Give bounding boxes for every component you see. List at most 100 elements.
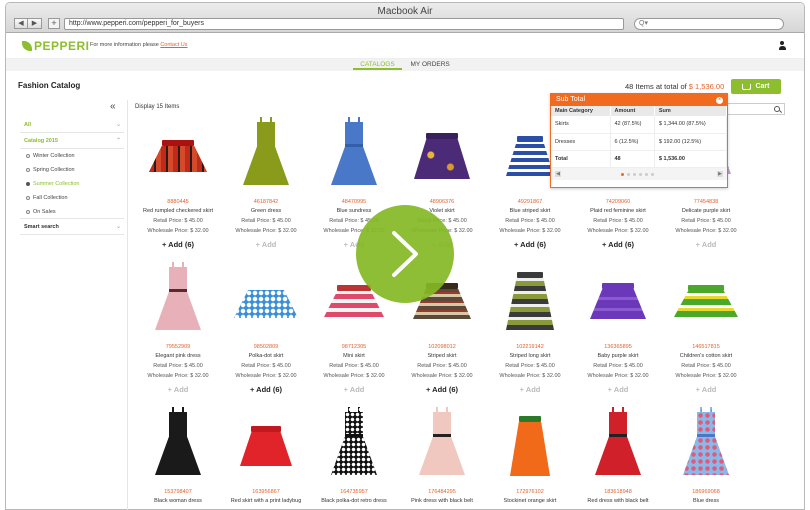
product-name: Children's cotton skirt xyxy=(679,353,733,359)
user-icon[interactable] xyxy=(778,41,786,50)
pager-dot[interactable] xyxy=(621,172,624,176)
subtotal-title: Sub Total xyxy=(556,96,586,103)
browser-search-input[interactable]: Q▾ xyxy=(634,18,784,30)
add-to-cart-button[interactable]: + Add xyxy=(310,385,398,394)
add-label: Add (6) xyxy=(168,240,195,249)
pager-dot[interactable] xyxy=(633,172,636,176)
next-arrow-icon[interactable]: ▶ xyxy=(717,170,723,177)
collapse-sidebar-icon[interactable]: « xyxy=(110,101,116,112)
product-card[interactable]: 183618948 Red dress with black belt xyxy=(574,407,662,510)
product-card[interactable]: 46187842 Green dress Retail Price: $ 45.00… xyxy=(222,117,310,249)
plus-icon: + xyxy=(519,385,524,394)
product-image[interactable] xyxy=(143,262,213,335)
plus-icon: + xyxy=(255,240,260,249)
tab-my-orders[interactable]: MY ORDERS xyxy=(404,59,457,68)
product-card[interactable]: 163956867 Red skirt with a print ladybug xyxy=(222,412,310,510)
plus-icon: + xyxy=(601,240,607,249)
product-image[interactable] xyxy=(407,122,477,190)
product-image[interactable] xyxy=(407,407,477,480)
product-code: 186969068 xyxy=(692,489,720,495)
add-to-cart-button[interactable]: + Add (6) xyxy=(134,240,222,249)
product-card[interactable]: 79552909 Elegant pink dress Retail Price: … xyxy=(134,262,222,394)
retail-price: Retail Price: $ 45.00 xyxy=(505,218,555,224)
plus-icon: + xyxy=(343,240,348,249)
add-label: Add xyxy=(701,385,717,394)
product-card[interactable]: 102219142 Striped long skirt Retail Price:… xyxy=(486,267,574,394)
product-name: Elegant pink dress xyxy=(155,353,201,359)
forward-button[interactable]: ▶ xyxy=(28,18,42,29)
product-image[interactable] xyxy=(583,267,653,335)
add-to-cart-button[interactable]: + Add xyxy=(486,385,574,394)
pager-dot[interactable] xyxy=(639,172,642,176)
back-button[interactable]: ◀ xyxy=(14,18,28,29)
add-to-cart-button[interactable]: + Add (6) xyxy=(222,385,310,394)
product-image[interactable] xyxy=(583,407,653,480)
product-card[interactable]: 172976102 Stockinet orange skirt xyxy=(486,412,574,510)
product-image[interactable] xyxy=(143,407,213,480)
add-label: Add (6) xyxy=(608,240,635,249)
product-image[interactable] xyxy=(231,267,301,335)
prev-arrow-icon[interactable]: ◀ xyxy=(555,170,561,177)
product-image[interactable] xyxy=(495,267,565,335)
add-to-cart-button[interactable]: + Add xyxy=(662,240,750,249)
add-to-cart-button[interactable]: + Add xyxy=(662,385,750,394)
pepperi-logo[interactable]: PEPPERI xyxy=(22,39,90,53)
sidebar-item-summer[interactable]: Summer Collection xyxy=(20,177,124,191)
play-video-button[interactable] xyxy=(356,205,454,303)
product-code: 172976102 xyxy=(516,489,544,495)
table-row: Dresses 6 (12.5%) $ 192.00 (12.5%) xyxy=(551,133,728,151)
collection-label: Summer Collection xyxy=(33,181,80,187)
sidebar-item-catalog[interactable]: Catalog 2015 ⌃ xyxy=(20,133,124,149)
product-image[interactable] xyxy=(231,117,301,190)
add-to-cart-button[interactable]: + Add (6) xyxy=(574,240,662,249)
product-card[interactable]: 164735957 Black polka-dot retro dress xyxy=(310,407,398,510)
cart-button[interactable]: Cart xyxy=(731,79,781,94)
add-to-cart-button[interactable]: + Add xyxy=(222,240,310,249)
pager-dot[interactable] xyxy=(627,172,630,176)
sidebar-item-on-sales[interactable]: On Sales xyxy=(20,205,124,219)
add-to-cart-button[interactable]: + Add xyxy=(574,385,662,394)
add-to-cart-button[interactable]: + Add xyxy=(134,385,222,394)
add-to-cart-button[interactable]: + Add (6) xyxy=(486,240,574,249)
sidebar-item-fall[interactable]: Fall Collection xyxy=(20,191,124,205)
add-to-cart-button[interactable]: + Add (6) xyxy=(398,385,486,394)
new-tab-button[interactable]: + xyxy=(48,18,60,29)
close-icon[interactable]: × xyxy=(716,96,723,104)
table-row: Skirts 42 (87.5%) $ 1,344.00 (87.5%) xyxy=(551,116,728,134)
pager-dot[interactable] xyxy=(651,172,654,176)
retail-price: Retail Price: $ 45.00 xyxy=(153,363,203,369)
product-name: Black polka-dot retro dress xyxy=(321,498,387,504)
product-card[interactable]: 153798407 Black woman dress xyxy=(134,407,222,510)
sidebar-item-spring[interactable]: Spring Collection xyxy=(20,163,124,177)
product-name: Blue striped skirt xyxy=(509,208,551,214)
table-cell: Total xyxy=(551,150,611,168)
product-image[interactable] xyxy=(671,267,741,335)
product-name: Delicate purple skirt xyxy=(681,208,731,214)
search-icon[interactable] xyxy=(774,106,780,112)
tab-catalogs[interactable]: CATALOGS xyxy=(353,59,402,70)
logo-text: PEPPERI xyxy=(34,39,90,53)
product-card[interactable]: 98502809 Polka-dot skirt Retail Price: $ 4… xyxy=(222,267,310,394)
address-bar[interactable]: http://www.pepperi.com/pepperi_for_buyer… xyxy=(64,18,624,30)
sidebar-item-all[interactable]: All ⌄ xyxy=(20,117,124,133)
sidebar-item-winter[interactable]: Winter Collection xyxy=(20,149,124,163)
product-image[interactable] xyxy=(143,122,213,190)
sidebar-item-smart-search[interactable]: Smart search ⌄ xyxy=(20,219,124,235)
pager-dot[interactable] xyxy=(645,172,648,176)
items-total: 48 Items at total of $ 1,536.00 xyxy=(625,82,724,91)
product-card[interactable]: 176484295 Pink dress with black belt xyxy=(398,407,486,510)
product-card[interactable]: 136365895 Baby purple skirt Retail Price: … xyxy=(574,267,662,394)
product-card[interactable]: 186969068 Blue dress xyxy=(662,407,750,510)
contact-us-link[interactable]: Contact Us xyxy=(160,42,187,48)
wholesale-price: Wholesale Price: $ 32.00 xyxy=(587,373,649,379)
product-image[interactable] xyxy=(319,117,389,190)
product-image[interactable] xyxy=(671,407,741,480)
product-image[interactable] xyxy=(495,412,565,480)
product-image[interactable] xyxy=(231,412,301,480)
product-name: Stockinet orange skirt xyxy=(503,498,557,504)
table-cell: 6 (12.5%) xyxy=(610,133,655,151)
product-image[interactable] xyxy=(319,407,389,480)
product-card[interactable]: 146517815 Children's cotton skirt Retail P… xyxy=(662,267,750,394)
product-card[interactable]: 8880445 Red rumpled checkered skirt Retail… xyxy=(134,122,222,249)
nav-buttons: ◀ ▶ xyxy=(14,18,42,29)
